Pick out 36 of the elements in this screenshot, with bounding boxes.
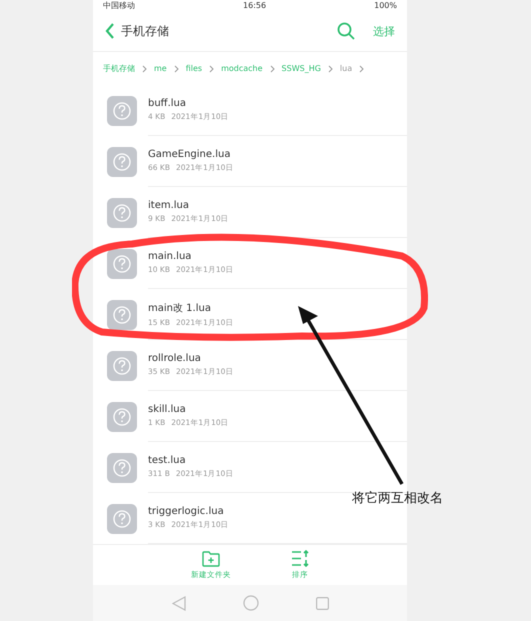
unknown-file-icon <box>107 452 137 483</box>
unknown-file-icon <box>107 96 137 126</box>
chevron-icon <box>359 64 364 73</box>
unknown-file-icon <box>107 350 137 381</box>
status-time: 16:56 <box>243 1 266 10</box>
file-name[interactable]: GameEngine.lua <box>148 149 407 160</box>
file-name[interactable]: main.lua <box>148 251 407 262</box>
file-name[interactable]: test.lua <box>148 455 407 466</box>
search-icon[interactable] <box>337 22 355 40</box>
page-title: 手机存储 <box>121 22 170 40</box>
file-name[interactable]: rollrole.lua <box>148 353 407 364</box>
file-name[interactable]: triggerlogic.lua <box>148 506 407 518</box>
folder-plus-icon <box>202 550 220 567</box>
chevron-icon <box>270 64 275 73</box>
unknown-file-icon <box>107 146 137 177</box>
back-icon[interactable] <box>105 23 115 40</box>
unknown-file-icon <box>107 248 137 279</box>
battery-level: 100% <box>374 1 397 10</box>
carrier-name: 中国移动 <box>103 0 135 11</box>
square-icon[interactable] <box>316 596 328 610</box>
unknown-file-icon <box>107 300 137 330</box>
file-name[interactable]: main改 1.lua <box>148 300 407 315</box>
unknown-file-icon <box>107 402 137 432</box>
back-triangle-icon[interactable] <box>172 596 186 611</box>
chevron-icon <box>209 64 214 73</box>
chevron-icon <box>142 64 147 73</box>
file-name[interactable]: skill.lua <box>148 404 407 416</box>
home-circle-icon[interactable] <box>242 595 258 612</box>
sort-icon <box>291 550 309 568</box>
chevron-icon <box>328 64 333 73</box>
unknown-file-icon <box>107 504 137 534</box>
unknown-file-icon <box>107 198 137 228</box>
file-name[interactable]: buff.lua <box>148 98 407 110</box>
chevron-icon <box>174 64 179 73</box>
file-name[interactable]: item.lua <box>148 200 407 212</box>
annotation-caption: 将它两互相改名 <box>352 490 443 507</box>
